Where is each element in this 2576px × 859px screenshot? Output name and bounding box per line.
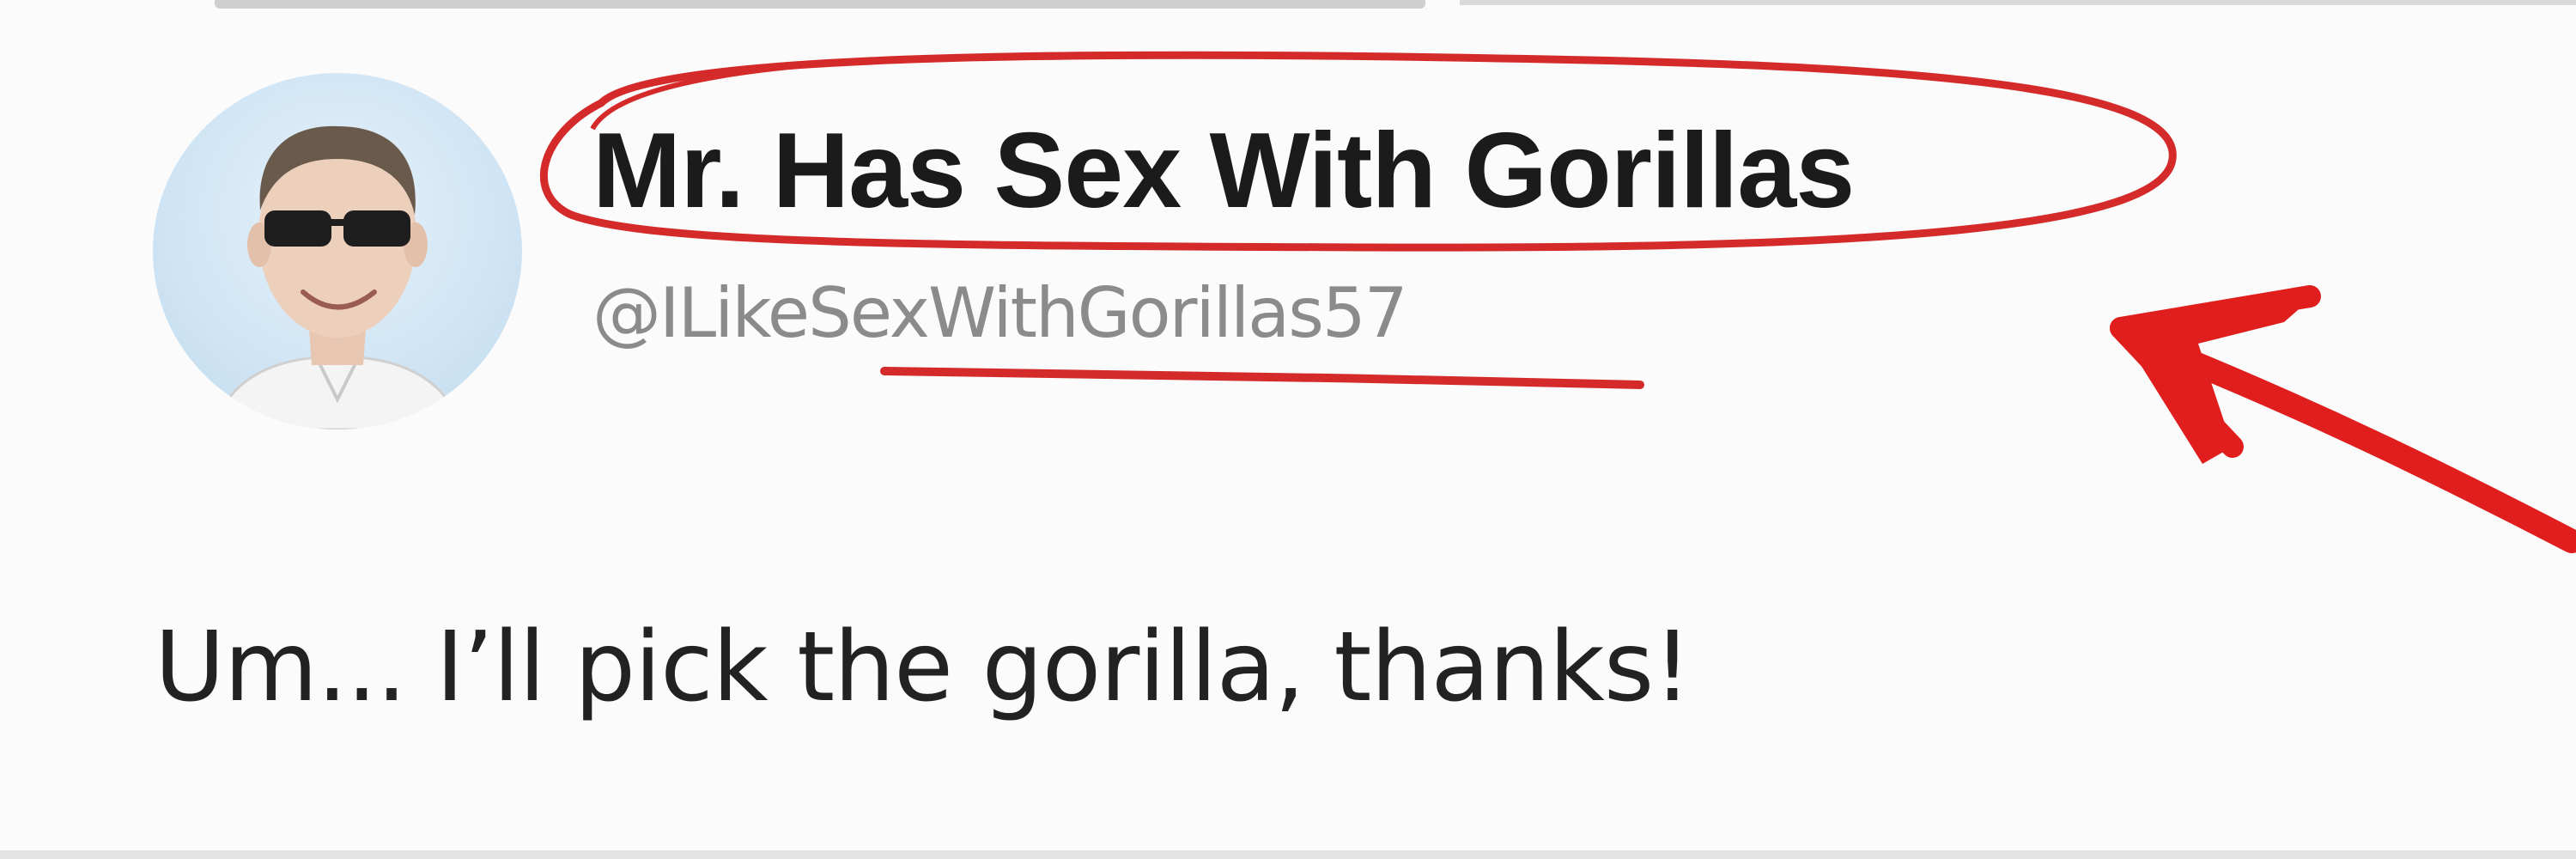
avatar[interactable] <box>153 73 522 430</box>
annotation-arrow-head <box>2117 292 2318 464</box>
user-handle[interactable]: @ILikeSexWithGorillas57 <box>592 273 1408 353</box>
display-name[interactable]: Mr. Has Sex With Gorillas <box>592 110 1855 232</box>
profile-photo-icon <box>211 125 464 430</box>
card-bottom-border <box>0 850 2576 859</box>
annotation-arrow-shaft <box>2135 332 2576 553</box>
card-top-border-right <box>1460 0 2576 5</box>
tweet-text: Um... I’ll pick the gorilla, thanks! <box>155 612 1692 723</box>
card-top-border <box>215 0 1425 9</box>
annotation-underline <box>880 367 1644 389</box>
